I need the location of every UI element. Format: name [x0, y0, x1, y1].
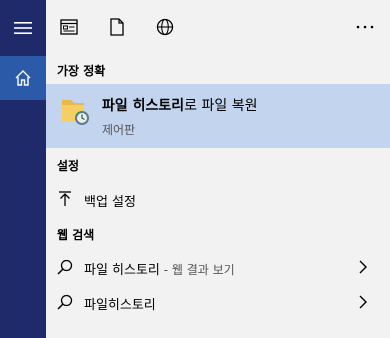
settings-result-label: 백업 설정: [84, 195, 136, 210]
web-search-heading: 웹 검색: [57, 228, 95, 242]
search-icon: [57, 294, 73, 310]
best-match-result[interactable]: 파일 히스토리로 파일 복원 제어판: [46, 84, 390, 148]
more-icon: [356, 25, 374, 29]
search-icon: [57, 259, 73, 275]
hamburger-icon: [14, 21, 32, 34]
web-result-suffix: - 웹 결과 보기: [159, 263, 235, 277]
chevron-right-icon[interactable]: [356, 259, 370, 275]
apps-icon: [60, 19, 78, 35]
web-result-label: 파일 히스토리 - 웹 결과 보기: [84, 259, 235, 278]
web-result-query: 파일 히스토리: [84, 263, 160, 278]
menu-button[interactable]: [0, 5, 46, 50]
web-result-item[interactable]: 파일 히스토리 - 웹 결과 보기: [46, 250, 390, 284]
document-icon: [110, 18, 124, 36]
documents-filter-button[interactable]: [104, 14, 130, 40]
upload-icon: [59, 191, 71, 206]
best-match-title: 파일 히스토리로 파일 복원: [102, 95, 257, 115]
more-options-button[interactable]: [352, 14, 378, 40]
filter-toolbar: [46, 0, 390, 52]
best-match-title-rest: 로 파일 복원: [184, 98, 258, 114]
globe-icon: [156, 18, 174, 36]
settings-result-backup[interactable]: 백업 설정: [46, 182, 390, 216]
web-result-query: 파일히스토리: [84, 298, 156, 313]
apps-filter-button[interactable]: [56, 14, 82, 40]
search-results-panel: 가장 정확 파일 히스토리로 파일 복원 제어판 설정 백업 설정 웹 검색 파…: [46, 0, 390, 338]
best-match-heading: 가장 정확: [57, 64, 106, 78]
left-rail: [0, 0, 46, 338]
settings-heading: 설정: [57, 159, 80, 173]
web-result-item[interactable]: 파일히스토리: [46, 285, 390, 319]
web-result-label: 파일히스토리: [84, 294, 156, 313]
folder-history-icon: [62, 100, 89, 125]
best-match-title-bold: 파일 히스토리: [102, 98, 185, 114]
home-icon: [15, 70, 31, 86]
web-filter-button[interactable]: [152, 14, 178, 40]
best-match-subtitle: 제어판: [102, 123, 136, 137]
chevron-right-icon[interactable]: [356, 294, 370, 310]
home-button[interactable]: [0, 56, 46, 100]
